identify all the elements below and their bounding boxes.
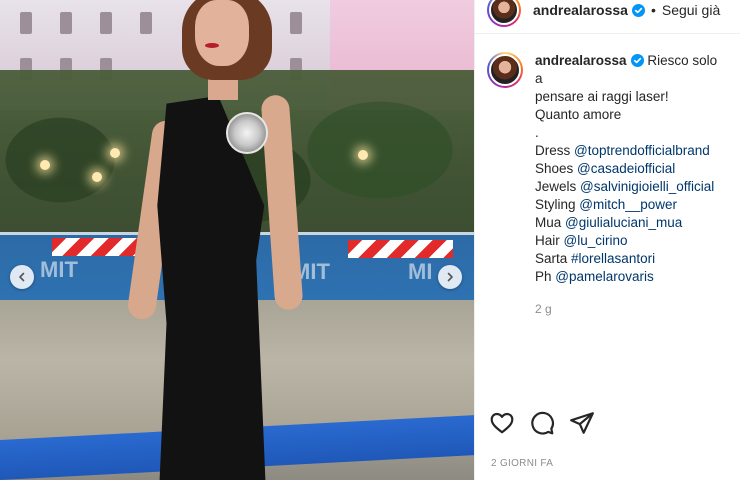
mention-link[interactable]: @lu_cirino (564, 233, 628, 248)
heart-icon[interactable] (489, 410, 515, 436)
mention-link[interactable]: @casadeiofficial (577, 161, 675, 176)
street-lamp (358, 150, 368, 160)
credit-line: Mua @giulialuciani_mua (535, 214, 728, 232)
post-side-panel: andrealarossa • Segui già andrealarossa … (474, 0, 740, 480)
credit-role: Jewels (535, 179, 581, 194)
striped-barrier (348, 240, 453, 258)
caption-text-line: Quanto amore (535, 107, 622, 122)
credit-line: Ph @pamelarovaris (535, 268, 728, 286)
street-lamp (40, 160, 50, 170)
caption-text-line: pensare ai raggi laser! (535, 89, 669, 104)
credit-role: Shoes (535, 161, 578, 176)
credit-line: Sarta #lorellasantori (535, 250, 728, 268)
window (20, 12, 32, 34)
credit-role: Mua (535, 215, 566, 230)
credit-role: Hair (535, 233, 564, 248)
caption-time-ago[interactable]: 2 g (535, 300, 728, 318)
previous-photo-button[interactable] (10, 265, 34, 289)
barrier-logo: MI (408, 259, 433, 284)
credit-role: Dress (535, 143, 575, 158)
separator-dot: • (650, 1, 656, 18)
credit-line: Jewels @salvinigioielli_official (535, 178, 728, 196)
caption-avatar[interactable] (487, 52, 523, 88)
credit-line: Dress @toptrendofficialbrand (535, 142, 728, 160)
post-date: 2 GIORNI FA (491, 458, 554, 469)
post-photo[interactable]: MIT MIT MI (0, 0, 474, 480)
credit-line: Shoes @casadeiofficial (535, 160, 728, 178)
caption-line: andrealarossa Riesco solo a (535, 52, 728, 88)
mention-link[interactable]: @mitch__power (579, 197, 677, 212)
mention-link[interactable]: @toptrendofficialbrand (574, 143, 710, 158)
credit-role: Styling (535, 197, 580, 212)
credit-line: Styling @mitch__power (535, 196, 728, 214)
comment-icon[interactable] (529, 410, 555, 436)
next-photo-button[interactable] (438, 265, 462, 289)
mention-link[interactable]: @pamelarovaris (555, 269, 654, 284)
credit-role: Sarta (535, 251, 572, 266)
street-lamp (110, 148, 120, 158)
caption-text-line: . (535, 125, 539, 140)
avatar-photo (489, 0, 519, 25)
mention-link[interactable]: @salvinigioielli_official (580, 179, 714, 194)
striped-barrier (52, 238, 147, 256)
avatar[interactable] (487, 0, 521, 27)
silver-brooch (226, 112, 268, 154)
window (290, 12, 302, 34)
face (195, 0, 249, 66)
barrier-logo: MIT (40, 257, 78, 282)
lips (205, 43, 219, 48)
window (60, 12, 72, 34)
following-button[interactable]: Segui già (662, 2, 720, 18)
verified-badge-icon (630, 54, 644, 67)
verified-badge-icon (631, 3, 645, 17)
header-username-link[interactable]: andrealarossa (533, 2, 645, 18)
post-header: andrealarossa • Segui già (475, 0, 740, 34)
chevron-right-icon (447, 272, 453, 282)
header-username[interactable]: andrealarossa (533, 2, 628, 18)
caption-username[interactable]: andrealarossa (535, 53, 627, 68)
hashtag-link[interactable]: #lorellasantori (571, 251, 655, 266)
caption: andrealarossa Riesco solo a pensare ai r… (475, 34, 740, 318)
caption-text: andrealarossa Riesco solo a pensare ai r… (535, 52, 728, 318)
credit-line: Hair @lu_cirino (535, 232, 728, 250)
chevron-left-icon (19, 272, 25, 282)
street-lamp (92, 172, 102, 182)
window (100, 12, 112, 34)
send-icon[interactable] (569, 410, 595, 436)
action-bar (489, 410, 595, 436)
mention-link[interactable]: @giulialuciani_mua (565, 215, 682, 230)
window (140, 12, 152, 34)
avatar-photo (489, 54, 521, 86)
credit-role: Ph (535, 269, 556, 284)
